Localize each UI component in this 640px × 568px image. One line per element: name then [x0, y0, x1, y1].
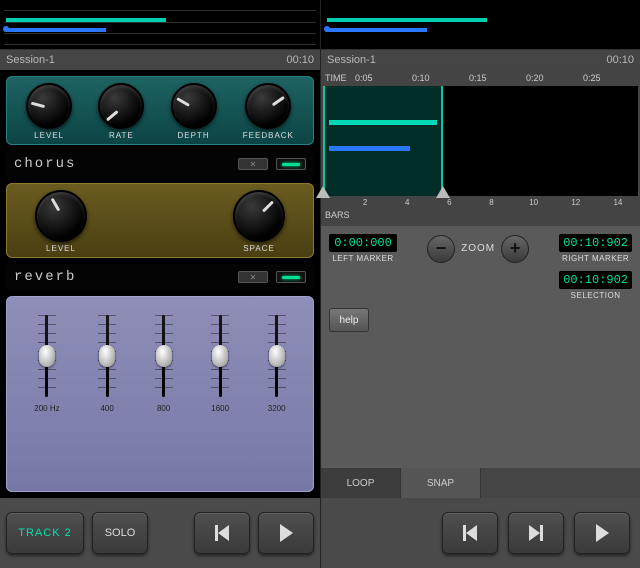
knob-depth[interactable]	[171, 83, 217, 129]
session-name-r: Session-1	[327, 54, 376, 66]
tab-loop[interactable]: LOOP	[321, 468, 401, 498]
zoom-in-button[interactable]: +	[501, 235, 529, 263]
play-button[interactable]	[258, 512, 314, 554]
session-bar-r: Session-1 00:10	[321, 50, 640, 70]
eq-band-label: 1600	[211, 404, 229, 413]
time-axis-label: TIME	[321, 73, 355, 83]
bar-tick: 2	[363, 198, 367, 207]
knob-level[interactable]	[26, 83, 72, 129]
right-marker-label: RIGHT MARKER	[562, 254, 629, 263]
knob-level[interactable]	[35, 190, 87, 242]
knob-label: LEVEL	[46, 244, 76, 253]
eq-slider-400[interactable]	[98, 311, 116, 401]
zoom-out-button[interactable]: −	[427, 235, 455, 263]
transport-bar: TRACK 2 SOLO	[0, 498, 320, 568]
chorus-enable-led[interactable]	[276, 158, 306, 170]
timeline: TIME 0:050:100:150:200:25 2 4 6 8 10 12 14 BAR…	[321, 70, 640, 226]
effects-pane: Session-1 00:10 LEVEL RATE DEPTH FEEDBACK c…	[0, 0, 320, 568]
knob-label: RATE	[109, 131, 134, 140]
timeline-pane: Session-1 00:10 TIME 0:050:100:150:200:2…	[320, 0, 640, 568]
time-tick: 0:20	[526, 73, 583, 83]
track-select-button[interactable]: TRACK 2	[6, 512, 84, 554]
waveform-strip[interactable]	[0, 0, 320, 50]
reverb-title: reverb	[14, 269, 76, 285]
knob-label: SPACE	[243, 244, 275, 253]
selection-value[interactable]: 00:10:902	[559, 271, 632, 289]
chorus-panel: LEVEL RATE DEPTH FEEDBACK	[6, 76, 314, 145]
transport-bar-r	[321, 498, 640, 568]
play-button-r[interactable]	[574, 512, 630, 554]
help-button[interactable]: help	[329, 308, 369, 332]
selection-label: SELECTION	[571, 291, 621, 300]
eq-slider-3200[interactable]	[268, 311, 286, 401]
prev-button[interactable]	[194, 512, 250, 554]
time-tick: 0:10	[412, 73, 469, 83]
tab-row: LOOP SNAP	[321, 468, 640, 498]
right-marker-value[interactable]: 00:10:902	[559, 234, 632, 252]
left-marker-label: LEFT MARKER	[332, 254, 393, 263]
session-time: 00:10	[286, 54, 314, 66]
time-tick: 0:25	[583, 73, 640, 83]
eq-band-label: 200 Hz	[34, 404, 59, 413]
bar-tick: 12	[571, 198, 580, 207]
reverb-title-row: reverb	[6, 264, 314, 290]
eq-slider-200 Hz[interactable]	[38, 311, 56, 401]
knob-space[interactable]	[233, 190, 285, 242]
reverb-close-button[interactable]	[238, 271, 268, 283]
chorus-title-row: chorus	[6, 151, 314, 177]
solo-button[interactable]: SOLO	[92, 512, 148, 554]
tab-snap[interactable]: SNAP	[401, 468, 481, 498]
bar-tick: 10	[529, 198, 538, 207]
chorus-title: chorus	[14, 156, 76, 172]
knob-rate[interactable]	[98, 83, 144, 129]
session-bar: Session-1 00:10	[0, 50, 320, 70]
reverb-enable-led[interactable]	[276, 271, 306, 283]
prev-button-r[interactable]	[442, 512, 498, 554]
knob-label: FEEDBACK	[243, 131, 294, 140]
eq-slider-800[interactable]	[155, 311, 173, 401]
knob-feedback[interactable]	[245, 83, 291, 129]
bars-axis-label: BARS	[321, 210, 640, 224]
next-button-r[interactable]	[508, 512, 564, 554]
bar-tick: 6	[447, 198, 451, 207]
knob-label: DEPTH	[177, 131, 209, 140]
bar-tick: 14	[613, 198, 622, 207]
chorus-close-button[interactable]	[238, 158, 268, 170]
session-name: Session-1	[6, 54, 55, 66]
reverb-panel: LEVEL SPACE	[6, 183, 314, 258]
eq-panel: 200 Hz 400 800 1600 3200	[6, 296, 314, 492]
time-tick: 0:05	[355, 73, 412, 83]
session-time-r: 00:10	[606, 54, 634, 66]
bar-tick: 8	[489, 198, 493, 207]
left-marker-value[interactable]: 0:00:000	[329, 234, 397, 252]
zoom-label: ZOOM	[461, 243, 495, 254]
eq-band-label: 800	[157, 404, 170, 413]
eq-band-label: 3200	[268, 404, 286, 413]
bar-tick: 4	[405, 198, 409, 207]
eq-slider-1600[interactable]	[211, 311, 229, 401]
time-tick: 0:15	[469, 73, 526, 83]
eq-band-label: 400	[100, 404, 113, 413]
waveform-strip-r[interactable]	[321, 0, 640, 50]
selection-region[interactable]	[323, 86, 443, 196]
track-area[interactable]	[323, 86, 638, 196]
knob-label: LEVEL	[34, 131, 64, 140]
